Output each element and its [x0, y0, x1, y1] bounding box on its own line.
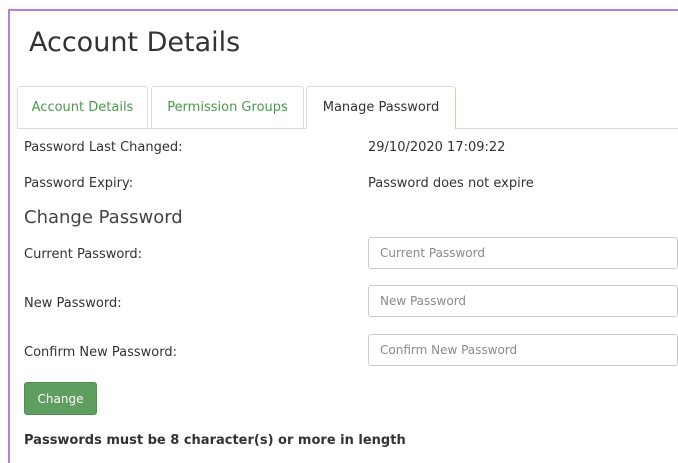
page-title: Account Details: [29, 27, 241, 58]
password-last-changed-label: Password Last Changed:: [24, 140, 183, 155]
tab-permission-groups[interactable]: Permission Groups: [151, 86, 304, 128]
change-password-button[interactable]: Change: [24, 382, 97, 415]
current-password-label: Current Password:: [24, 247, 143, 262]
password-expiry-label: Password Expiry:: [24, 176, 134, 191]
password-expiry-value: Password does not expire: [368, 176, 534, 191]
current-password-input[interactable]: [368, 237, 678, 269]
account-details-panel: Account Details Account Details Permissi…: [8, 9, 678, 463]
tab-manage-password[interactable]: Manage Password: [306, 86, 456, 129]
new-password-input[interactable]: [368, 285, 678, 317]
password-length-note: Passwords must be 8 character(s) or more…: [24, 433, 406, 448]
confirm-new-password-label: Confirm New Password:: [24, 345, 177, 360]
tab-account-details[interactable]: Account Details: [17, 86, 148, 128]
new-password-label: New Password:: [24, 296, 122, 311]
password-last-changed-value: 29/10/2020 17:09:22: [368, 140, 506, 155]
change-password-heading: Change Password: [24, 207, 183, 228]
confirm-new-password-input[interactable]: [368, 334, 678, 366]
tab-bar: Account Details Permission Groups Manage…: [17, 86, 678, 129]
